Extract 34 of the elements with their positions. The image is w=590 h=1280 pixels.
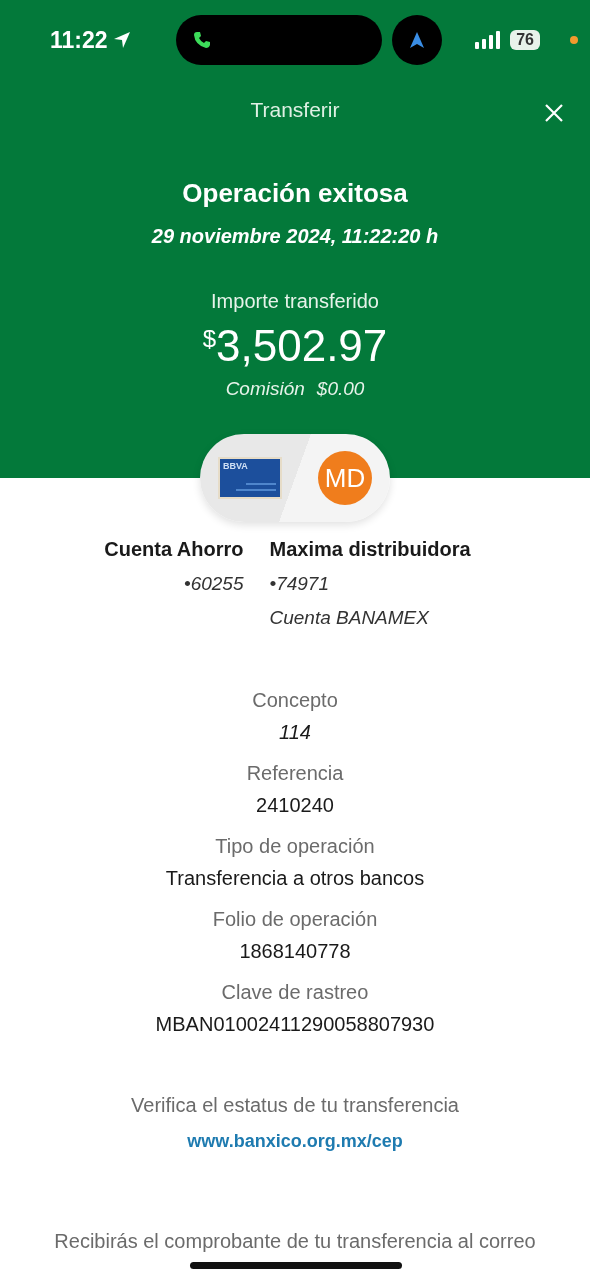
signal-icon — [474, 31, 503, 49]
recipient-avatar: MD — [318, 451, 372, 505]
detail-label: Folio de operación — [212, 908, 378, 931]
screen-title: Transferir — [250, 98, 340, 123]
recipient-name: Maxima distribuidora — [269, 538, 472, 561]
transferred-amount: $^{$}$3,502.97 — [202, 320, 388, 372]
origin-account-name: Cuenta Ahorro — [104, 538, 244, 561]
recipient-bank: Cuenta BANAMEX — [269, 607, 430, 629]
detail-value: 114 — [279, 721, 311, 744]
detail-label: Clave de rastreo — [221, 981, 369, 1004]
verify-text: Verifica el estatus de tu transferencia — [131, 1094, 459, 1117]
phone-icon — [192, 30, 212, 50]
detail-label: Referencia — [246, 762, 344, 785]
verify-link[interactable]: www.banxico.org.mx/cep — [187, 1131, 403, 1152]
origin-account-number: •60255 — [184, 573, 244, 595]
navigation-arrow-icon — [407, 30, 427, 50]
receipt-note: Recibirás el comprobante de tu transferencia al correo — [53, 1230, 537, 1253]
fee-amount: $0.00 — [316, 378, 365, 400]
fee-label: Comisión — [225, 378, 305, 400]
battery-level: 76 — [510, 30, 540, 50]
detail-value: 2410240 — [256, 794, 334, 817]
recipient-account-number: •74971 — [269, 573, 330, 595]
detail-label: Concepto — [252, 689, 338, 712]
detail-value: Transferencia a otros bancos — [165, 867, 425, 890]
detail-value: 1868140778 — [239, 940, 351, 963]
detail-label: Tipo de operación — [215, 835, 375, 858]
bank-card-drawing: BBVA — [218, 457, 282, 499]
privacy-dot-icon — [570, 36, 578, 44]
status-time: 11:22 — [50, 26, 108, 54]
success-title: Operación exitosa — [182, 178, 408, 209]
amount-label: Importe transferido — [211, 290, 379, 313]
close-icon[interactable] — [544, 103, 564, 123]
detail-value: MBAN01002411290058807930 — [155, 1013, 435, 1036]
operation-date: 29 noviembre 2024, 11:22:20 h — [151, 225, 439, 248]
